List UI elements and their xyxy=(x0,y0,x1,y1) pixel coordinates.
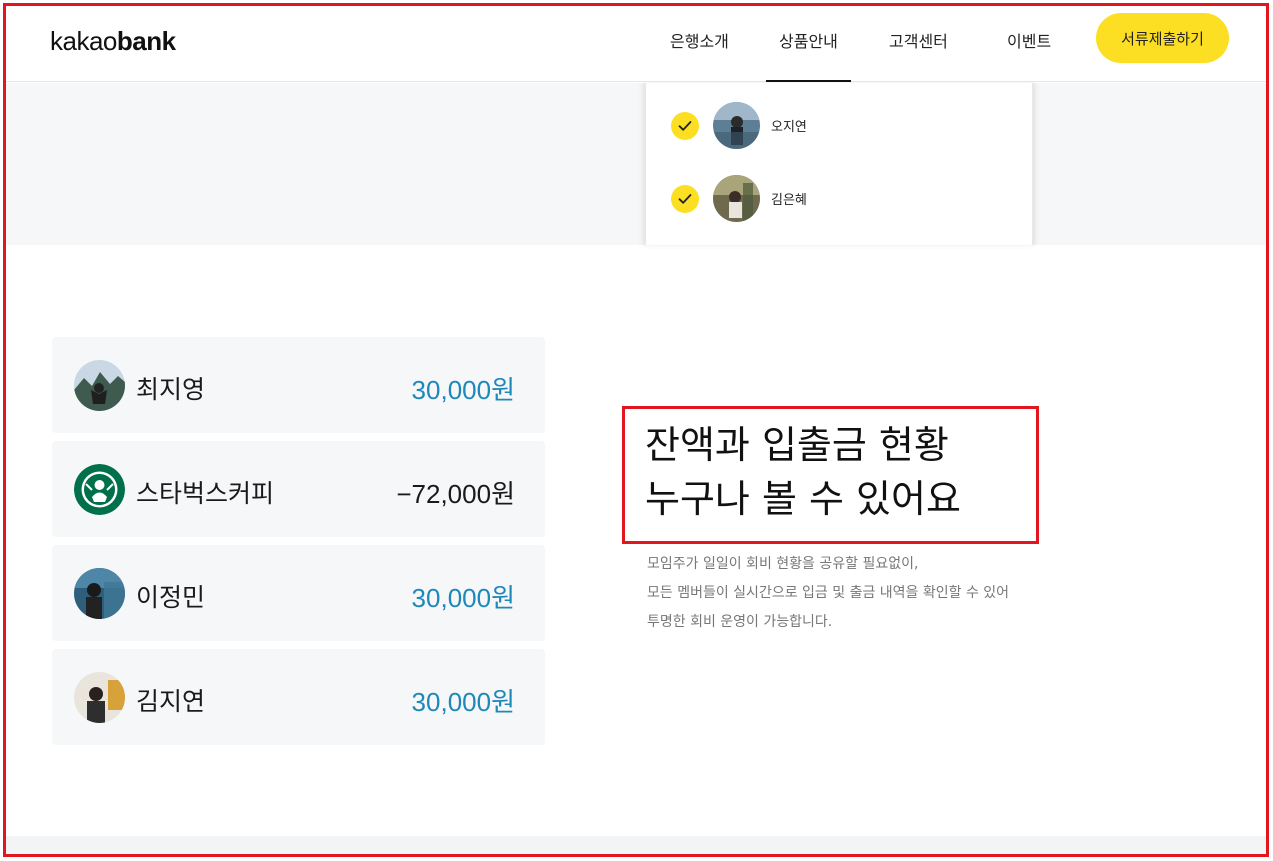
member-row[interactable]: 김은혜 xyxy=(671,175,807,222)
avatar xyxy=(713,102,760,149)
submit-documents-button[interactable]: 서류제출하기 xyxy=(1096,13,1229,63)
list-item: 스타벅스커피 −72,000원 xyxy=(52,441,545,537)
member-name: 오지연 xyxy=(771,120,807,135)
nav-item-products[interactable]: 상품안내 xyxy=(766,28,851,82)
next-section-edge xyxy=(6,836,1266,854)
members-section-band xyxy=(6,83,1266,245)
avatar xyxy=(713,175,760,222)
list-item: 이정민 30,000원 xyxy=(52,545,545,641)
feature-desc-line3: 투명한 회비 운영이 가능합니다. xyxy=(647,614,833,630)
nav-item-support[interactable]: 고객센터 xyxy=(889,28,948,52)
feature-title-line2: 누구나 볼 수 있어요 xyxy=(645,477,961,521)
transaction-amount: 30,000원 xyxy=(411,687,515,717)
logo-light-text: kakao xyxy=(50,26,117,56)
kakaobank-logo[interactable]: kakaobank xyxy=(50,26,176,57)
transaction-name: 이정민 xyxy=(136,583,206,612)
member-row[interactable]: 오지연 xyxy=(671,102,807,149)
feature-title: 잔액과 입출금 현황 누구나 볼 수 있어요 xyxy=(645,418,961,526)
feature-desc-line1: 모임주가 일일이 회비 현황을 공유할 필요없이, xyxy=(647,556,919,572)
avatar xyxy=(74,672,125,723)
list-item: 김지연 30,000원 xyxy=(52,649,545,745)
members-card: 오지연 김은혜 xyxy=(643,83,1035,245)
feature-desc-line2: 모든 멤버들이 실시간으로 입금 및 출금 내역을 확인할 수 있어 xyxy=(647,585,1010,601)
nav-item-about[interactable]: 은행소개 xyxy=(670,28,729,52)
transaction-name: 김지연 xyxy=(136,687,206,716)
transaction-name: 최지영 xyxy=(136,375,206,404)
avatar xyxy=(74,360,125,411)
check-icon xyxy=(671,111,699,140)
nav-item-events[interactable]: 이벤트 xyxy=(1007,28,1051,52)
transaction-name: 스타벅스커피 xyxy=(136,479,275,508)
check-icon xyxy=(671,184,699,213)
member-name: 김은혜 xyxy=(771,193,807,208)
feature-title-line1: 잔액과 입출금 현황 xyxy=(645,423,949,467)
logo-bold-text: bank xyxy=(116,26,176,56)
transaction-amount: 30,000원 xyxy=(411,583,515,613)
starbucks-logo-icon xyxy=(74,464,125,515)
site-header: kakaobank 은행소개 상품안내 고객센터 이벤트 서류제출하기 xyxy=(6,6,1266,82)
avatar xyxy=(74,568,125,619)
list-item: 최지영 30,000원 xyxy=(52,337,545,433)
feature-description: 모임주가 일일이 회비 현황을 공유할 필요없이, 모든 멤버들이 실시간으로 … xyxy=(647,550,1009,637)
transaction-amount: −72,000원 xyxy=(396,479,515,509)
transaction-amount: 30,000원 xyxy=(411,375,515,405)
